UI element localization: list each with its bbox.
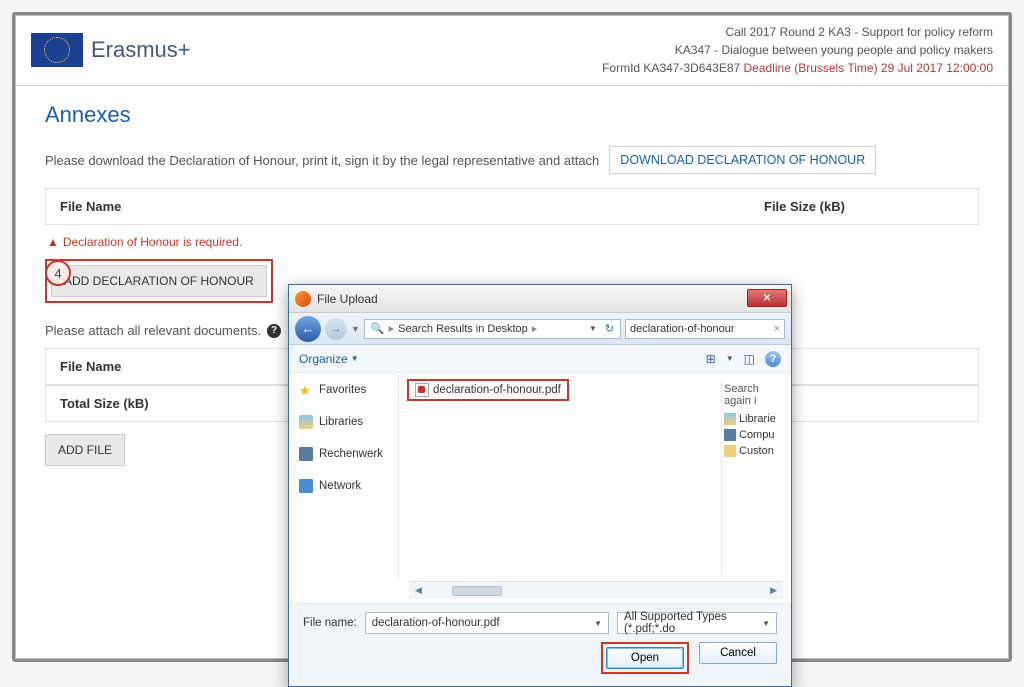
dialog-button-row: Open Cancel [303, 642, 777, 674]
error-text: Declaration of Honour is required. [63, 235, 242, 249]
preview-pane-button[interactable]: ◫ [744, 352, 755, 366]
horizontal-scrollbar[interactable]: ◀ ▶ [409, 581, 783, 599]
brand-name: Erasmus+ [91, 37, 191, 63]
sidebar-libraries[interactable]: Libraries [289, 411, 398, 433]
file-type-select[interactable]: All Supported Types (*.pdf;*.do ▼ [617, 612, 777, 634]
pdf-icon [415, 383, 429, 397]
libraries-icon [724, 413, 736, 425]
view-options: ⊞ ▼ ◫ ? [706, 351, 781, 367]
search-again-libraries[interactable]: Librarie [724, 411, 781, 427]
search-again-computer[interactable]: Compu [724, 427, 781, 443]
warning-icon: ▲ [47, 235, 59, 249]
filename-label: File name: [303, 617, 357, 629]
nav-back-button[interactable]: ← [295, 316, 321, 342]
file-item-selected[interactable]: declaration-of-honour.pdf [407, 379, 569, 401]
chevron-down-icon[interactable]: ▼ [351, 324, 360, 334]
chevron-down-icon[interactable]: ▼ [589, 324, 597, 333]
refresh-icon[interactable]: ↻ [605, 322, 614, 335]
dialog-nav: ← → ▼ 🔍 ▸ Search Results in Desktop ▸ ▼ … [289, 313, 791, 345]
sidebar-network[interactable]: Network [289, 475, 398, 497]
search-icon: 🔍 [371, 322, 385, 335]
declaration-table-header: File Name File Size (kB) [45, 188, 979, 225]
network-icon [299, 479, 313, 493]
search-field[interactable]: declaration-of-honour × [625, 319, 785, 339]
sidebar-computer[interactable]: Rechenwerk [289, 443, 398, 465]
header-left: Erasmus+ [31, 23, 191, 77]
chevron-down-icon: ▼ [351, 354, 359, 363]
error-message: ▲ Declaration of Honour is required. [45, 225, 979, 259]
sidebar: ★Favorites Libraries Rechenwerk Network [289, 373, 399, 581]
open-button[interactable]: Open [606, 647, 684, 669]
close-icon[interactable]: ✕ [747, 289, 787, 307]
cancel-button[interactable]: Cancel [699, 642, 777, 664]
dialog-toolbar: Organize▼ ⊞ ▼ ◫ ? [289, 345, 791, 373]
chevron-down-icon[interactable]: ▼ [726, 354, 734, 363]
open-button-highlight: Open [601, 642, 689, 674]
column-filesize: File Size (kB) [764, 199, 964, 214]
attach-text: Please attach all relevant documents. [45, 323, 261, 338]
eu-flag-icon [31, 33, 83, 67]
page-title: Annexes [45, 102, 979, 128]
organize-menu[interactable]: Organize▼ [299, 352, 359, 366]
help-icon[interactable]: ? [267, 324, 281, 338]
intro-row: Please download the Declaration of Honou… [45, 146, 979, 174]
nav-forward-button[interactable]: → [325, 318, 347, 340]
path-text: Search Results in Desktop [398, 323, 528, 335]
firefox-icon [295, 291, 311, 307]
search-again-header: Search again i [724, 383, 781, 407]
add-declaration-button[interactable]: ADD DECLARATION OF HONOUR [51, 265, 267, 297]
search-again-custom[interactable]: Custon [724, 443, 781, 459]
file-list[interactable]: declaration-of-honour.pdf Search again i… [399, 373, 791, 581]
scroll-left-icon[interactable]: ◀ [415, 585, 422, 596]
view-icons-button[interactable]: ⊞ [706, 352, 716, 366]
file-name: declaration-of-honour.pdf [433, 384, 561, 396]
deadline-text: Deadline (Brussels Time) 29 Jul 2017 12:… [744, 61, 993, 75]
search-again-panel: Search again i Librarie Compu Custon [721, 379, 783, 575]
call-info: Call 2017 Round 2 KA3 - Support for poli… [602, 23, 993, 41]
sidebar-favorites[interactable]: ★Favorites [289, 379, 398, 401]
header-meta: Call 2017 Round 2 KA3 - Support for poli… [602, 23, 993, 77]
breadcrumb-path[interactable]: 🔍 ▸ Search Results in Desktop ▸ ▼ ↻ [364, 319, 621, 339]
dialog-titlebar[interactable]: File Upload ✕ [289, 285, 791, 313]
help-icon[interactable]: ? [765, 351, 781, 367]
dialog-body: ★Favorites Libraries Rechenwerk Network … [289, 373, 791, 581]
search-value: declaration-of-honour [630, 323, 735, 335]
path-separator-icon: ▸ [389, 322, 395, 335]
folder-icon [724, 445, 736, 457]
intro-text: Please download the Declaration of Honou… [45, 153, 599, 168]
libraries-icon [299, 415, 313, 429]
header: Erasmus+ Call 2017 Round 2 KA3 - Support… [15, 15, 1009, 86]
form-deadline: FormId KA347-3D643E87 Deadline (Brussels… [602, 59, 993, 77]
dialog-title: File Upload [317, 292, 378, 306]
clear-search-icon[interactable]: × [774, 323, 780, 335]
column-filesize-2: (kB) [764, 359, 964, 374]
action-info: KA347 - Dialogue between young people an… [602, 41, 993, 59]
filename-input[interactable]: declaration-of-honour.pdf ▼ [365, 612, 609, 634]
column-filename: File Name [60, 199, 764, 214]
chevron-down-icon[interactable]: ▼ [594, 619, 602, 628]
computer-icon [299, 447, 313, 461]
chevron-down-icon[interactable]: ▼ [762, 619, 770, 628]
scroll-right-icon[interactable]: ▶ [770, 585, 777, 596]
step-marker-4: 4 [45, 260, 71, 286]
form-id: FormId KA347-3D643E87 [602, 61, 743, 75]
file-upload-dialog: File Upload ✕ ← → ▼ 🔍 ▸ Search Results i… [288, 284, 792, 687]
computer-icon [724, 429, 736, 441]
path-separator-icon: ▸ [532, 322, 538, 335]
filename-row: File name: declaration-of-honour.pdf ▼ A… [303, 612, 777, 634]
add-file-button[interactable]: ADD FILE [45, 434, 125, 466]
star-icon: ★ [299, 383, 313, 397]
add-declaration-highlight: ADD DECLARATION OF HONOUR [45, 259, 273, 303]
download-declaration-button[interactable]: DOWNLOAD DECLARATION OF HONOUR [609, 146, 876, 174]
scroll-thumb[interactable] [452, 586, 502, 596]
